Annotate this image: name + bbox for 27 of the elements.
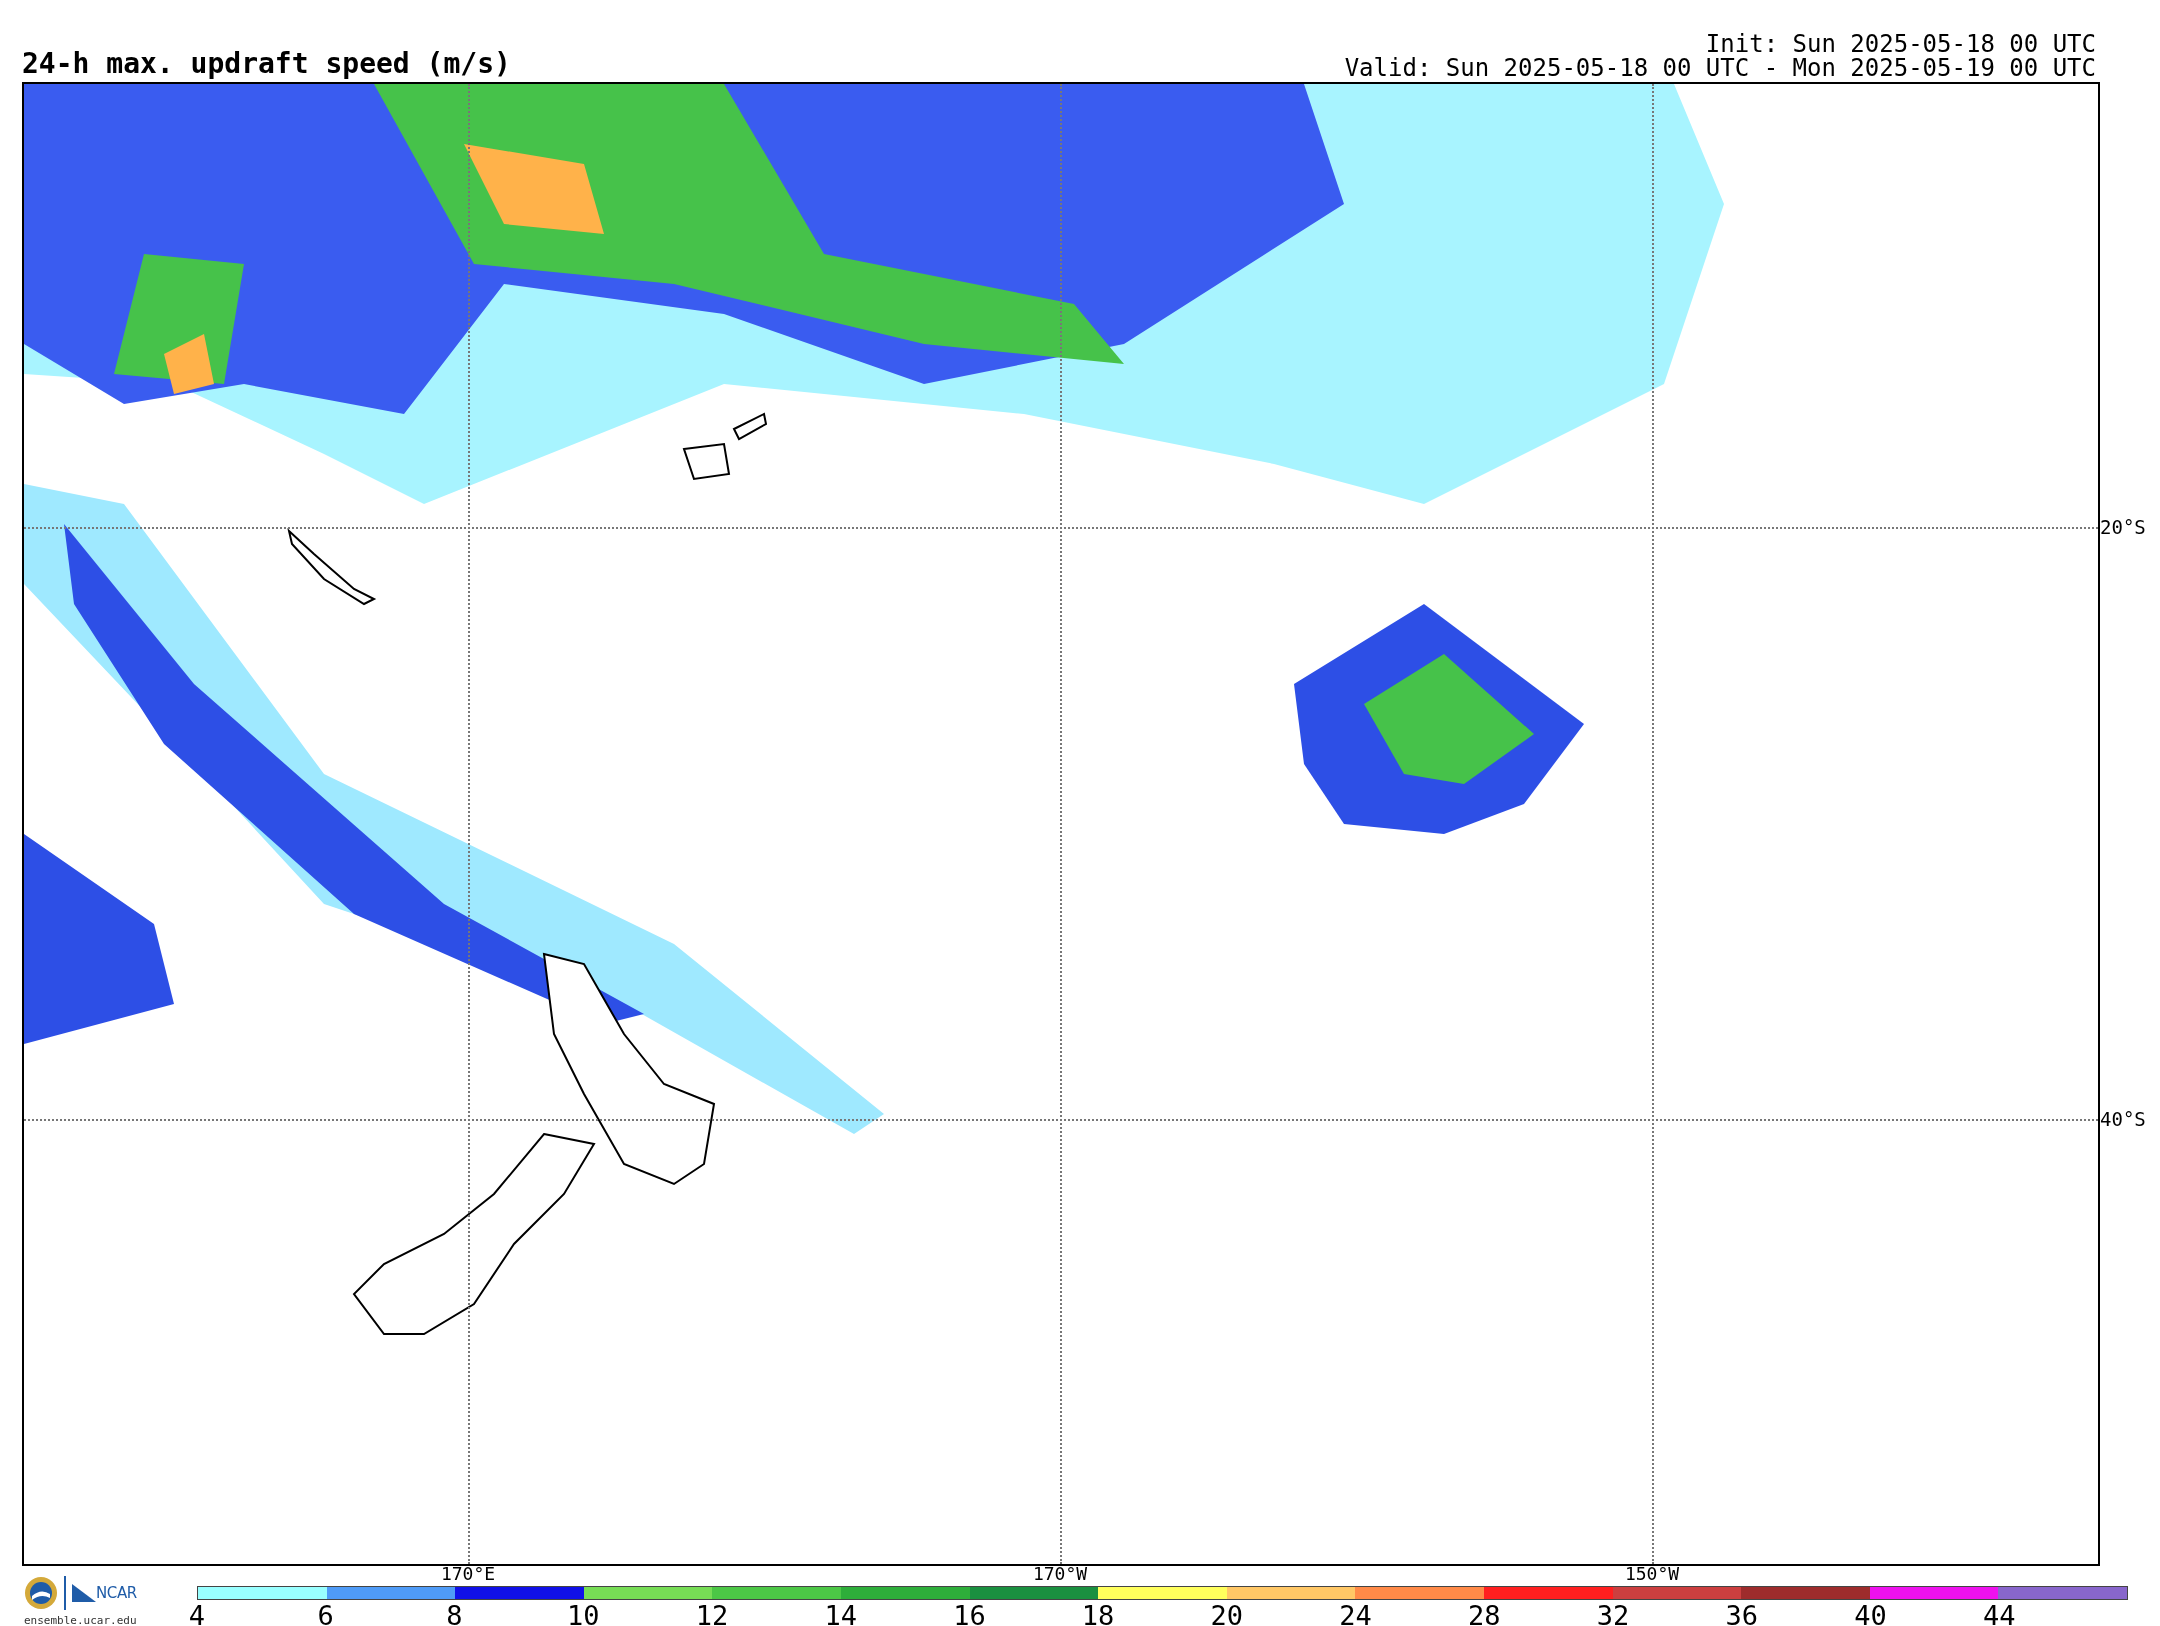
latitude-label: 20°S [2100,517,2146,537]
ncar-wordmark: NCAR [96,1582,137,1604]
chart-title: 24-h max. updraft speed (m/s) [22,50,511,78]
longitude-label: 170°E [440,1565,496,1583]
scale-tick-label: 12 [695,1602,729,1626]
scale-tick-label: 4 [188,1602,206,1626]
scale-tick-label: 40 [1854,1602,1887,1626]
ncar-mark-icon [72,1584,96,1602]
longitude-label: 170°W [1032,1565,1088,1583]
scale-tick-label: 16 [953,1602,986,1626]
scale-tick-label: 6 [317,1602,334,1626]
scale-tick-label: 14 [824,1602,857,1626]
scale-tick-label: 36 [1725,1602,1759,1626]
scale-tick-label: 24 [1339,1602,1372,1626]
scale-tick-label: 44 [1983,1602,2016,1626]
scale-tick-label: 18 [1081,1602,1115,1626]
scale-tick-label: 8 [446,1602,463,1626]
globe-seal-icon [24,1576,58,1610]
init-time: Init: Sun 2025-05-18 00 UTC [1705,32,2096,56]
latitude-label: 40°S [2100,1109,2146,1129]
scale-tick-label: 10 [566,1602,600,1626]
longitude-label: 150°W [1624,1565,1680,1583]
scale-tick-label: 32 [1596,1602,1630,1626]
scale-tick-label: 20 [1210,1602,1244,1626]
website-url: ensemble.ucar.edu [24,1613,137,1626]
valid-time: Valid: Sun 2025-05-18 00 UTC - Mon 2025-05-19 00 UTC [1344,56,2096,80]
scale-tick-label: 28 [1468,1602,1501,1626]
